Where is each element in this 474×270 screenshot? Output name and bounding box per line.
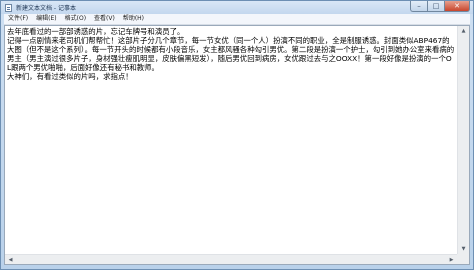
scroll-up-icon[interactable]: ▲	[458, 26, 469, 36]
caption-buttons: – □ ✕	[410, 1, 470, 12]
horizontal-scrollbar[interactable]: ◀ ▶	[5, 254, 457, 264]
minimize-button[interactable]: –	[410, 1, 427, 12]
document-text[interactable]: 去年底看过的一部部诱惑的片，忘记车牌号和演员了。 记得一点剧情来老司机们帮帮忙！…	[7, 27, 455, 253]
vertical-scrollbar[interactable]: ▲ ▼	[457, 26, 469, 254]
scroll-left-icon[interactable]: ◀	[5, 255, 16, 265]
menu-edit[interactable]: 编辑(E)	[32, 14, 60, 24]
minimize-icon: –	[417, 1, 421, 10]
notepad-window: 新建文本文档 - 记事本 – □ ✕ 文件(F) 编辑(E) 格式(O) 查看(…	[0, 0, 474, 270]
scroll-right-icon[interactable]: ▶	[446, 255, 457, 265]
notepad-icon[interactable]	[5, 3, 12, 12]
title-bar[interactable]: 新建文本文档 - 记事本 – □ ✕	[1, 1, 473, 14]
close-icon: ✕	[454, 1, 460, 10]
menu-bar: 文件(F) 编辑(E) 格式(O) 查看(V) 帮助(H)	[4, 14, 470, 25]
window-title: 新建文本文档 - 记事本	[16, 5, 76, 12]
scroll-down-icon[interactable]: ▼	[458, 244, 469, 254]
menu-file[interactable]: 文件(F)	[4, 14, 32, 24]
menu-format[interactable]: 格式(O)	[61, 14, 90, 24]
maximize-button[interactable]: □	[427, 1, 444, 12]
menu-help[interactable]: 帮助(H)	[119, 14, 148, 24]
close-button[interactable]: ✕	[444, 1, 470, 12]
scrollbar-corner	[457, 254, 469, 264]
menu-view[interactable]: 查看(V)	[90, 14, 119, 24]
maximize-icon: □	[432, 1, 440, 10]
text-editor[interactable]: 去年底看过的一部部诱惑的片，忘记车牌号和演员了。 记得一点剧情来老司机们帮帮忙！…	[4, 25, 470, 265]
